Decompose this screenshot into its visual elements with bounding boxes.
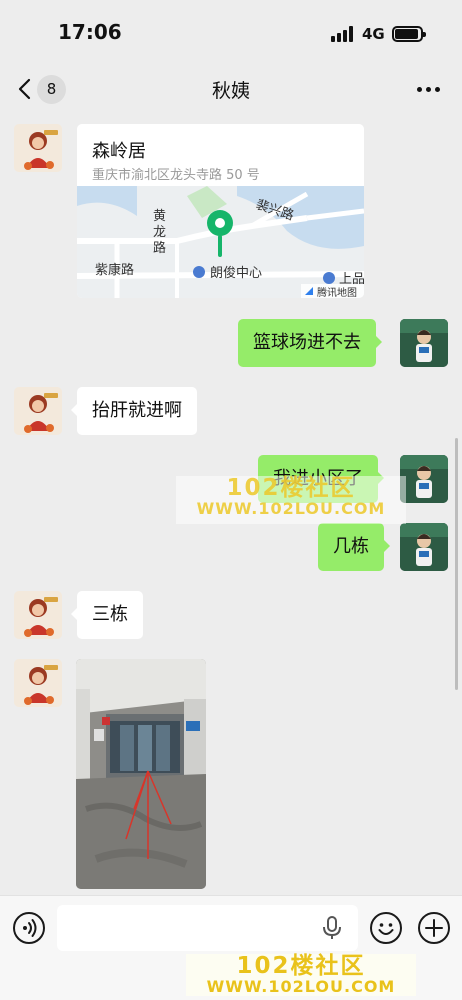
photo-message[interactable] bbox=[76, 659, 206, 889]
svg-text:紫康路: 紫康路 bbox=[95, 262, 134, 278]
chat-header: 8 秋姨 bbox=[0, 68, 462, 110]
microphone-icon[interactable] bbox=[322, 916, 342, 940]
watermark: 102楼社区 WWW.102LOU.COM bbox=[176, 476, 406, 524]
more-options-icon[interactable] bbox=[417, 87, 441, 93]
contact-avatar[interactable] bbox=[14, 124, 62, 172]
battery-icon bbox=[392, 26, 426, 42]
emoji-button[interactable] bbox=[370, 912, 402, 944]
message-bubble-received[interactable]: 抬肝就进啊 bbox=[71, 387, 197, 435]
chat-title: 秋姨 bbox=[211, 80, 250, 102]
svg-text:龙: 龙 bbox=[153, 225, 166, 240]
watermark: 102楼社区 WWW.102LOU.COM bbox=[186, 954, 416, 996]
my-avatar[interactable] bbox=[400, 455, 448, 503]
contact-avatar[interactable] bbox=[14, 659, 62, 707]
status-bar: 17:06 4G bbox=[0, 0, 462, 68]
more-functions-button[interactable] bbox=[418, 912, 450, 944]
status-time: 17:06 bbox=[58, 20, 122, 44]
voice-input-button[interactable] bbox=[13, 912, 45, 944]
location-name: 森岭居 bbox=[92, 141, 146, 162]
smiley-icon bbox=[378, 923, 394, 935]
message-bubble-sent[interactable]: 几栋 bbox=[318, 523, 390, 571]
location-address: 重庆市渝北区龙头寺路 50 号 bbox=[92, 168, 260, 183]
message-bubble-received[interactable]: 三栋 bbox=[71, 591, 143, 639]
my-avatar[interactable] bbox=[400, 523, 448, 571]
svg-text:朗俊中心: 朗俊中心 bbox=[210, 266, 262, 281]
location-message-card[interactable]: 森岭居 重庆市渝北区龙头寺路 50 号 裴兴路 黄 龙 路 紫康路 朗俊中心 上… bbox=[77, 124, 364, 298]
plus-icon bbox=[425, 919, 443, 937]
network-label: 4G bbox=[362, 25, 385, 43]
scrollbar[interactable] bbox=[455, 438, 458, 690]
voice-icon bbox=[23, 919, 37, 937]
signal-icon bbox=[331, 26, 355, 42]
message-bubble-sent[interactable]: 篮球场进不去 bbox=[238, 319, 382, 367]
message-input[interactable] bbox=[57, 905, 358, 951]
svg-text:路: 路 bbox=[153, 240, 166, 256]
location-map: 裴兴路 黄 龙 路 紫康路 朗俊中心 上品 腾讯地图 bbox=[77, 186, 364, 298]
contact-avatar[interactable] bbox=[14, 591, 62, 639]
svg-text:腾讯地图: 腾讯地图 bbox=[317, 286, 357, 298]
my-avatar[interactable] bbox=[400, 319, 448, 367]
svg-text:黄: 黄 bbox=[153, 209, 166, 224]
contact-avatar[interactable] bbox=[14, 387, 62, 435]
